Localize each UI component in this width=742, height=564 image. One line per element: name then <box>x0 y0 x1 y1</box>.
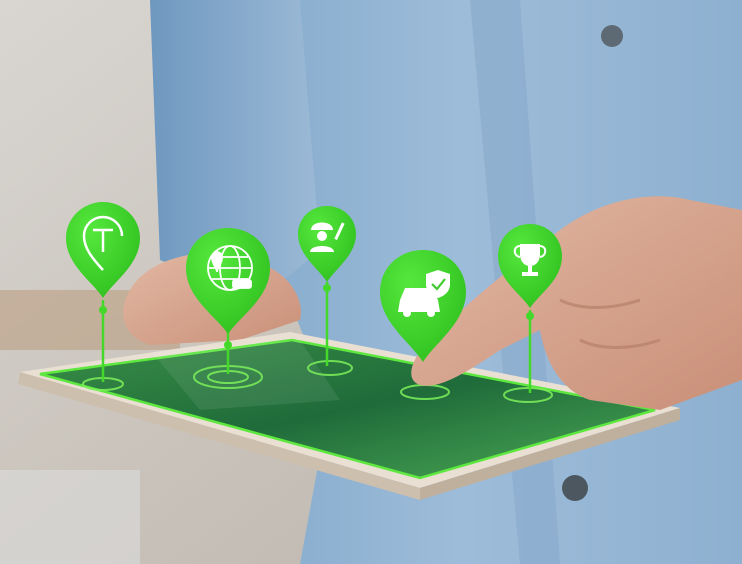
shirt-button <box>601 25 623 47</box>
shirt-button <box>562 475 588 501</box>
photo-scene <box>0 0 742 564</box>
